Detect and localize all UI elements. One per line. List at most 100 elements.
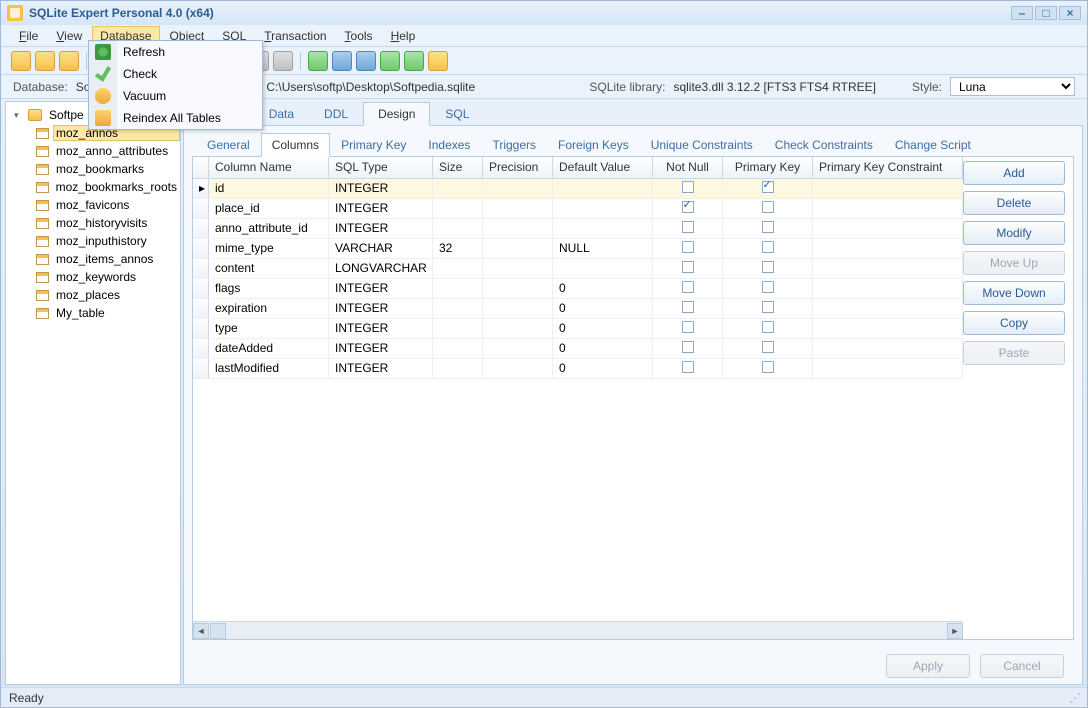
- moveup-button[interactable]: Move Up: [963, 251, 1065, 275]
- tb-import-icon[interactable]: [332, 51, 352, 71]
- cell-size[interactable]: [433, 339, 483, 358]
- tb-export-icon[interactable]: [308, 51, 328, 71]
- tb-close-icon[interactable]: [59, 51, 79, 71]
- cell-default[interactable]: 0: [553, 359, 653, 378]
- cell-notnull[interactable]: [653, 279, 723, 298]
- tree-table-item[interactable]: moz_bookmarks: [34, 160, 180, 178]
- cell-primarykey[interactable]: [723, 319, 813, 338]
- cell-sql-type[interactable]: INTEGER: [329, 339, 433, 358]
- cell-default[interactable]: [553, 179, 653, 198]
- cell-precision[interactable]: [483, 239, 553, 258]
- tree-table-item[interactable]: My_table: [34, 304, 180, 322]
- cell-precision[interactable]: [483, 199, 553, 218]
- checkbox-icon[interactable]: [762, 361, 774, 373]
- cell-column-name[interactable]: flags: [209, 279, 329, 298]
- cell-size[interactable]: [433, 299, 483, 318]
- cell-precision[interactable]: [483, 359, 553, 378]
- grid-row[interactable]: lastModifiedINTEGER0: [193, 359, 963, 379]
- cell-sql-type[interactable]: INTEGER: [329, 299, 433, 318]
- cell-column-name[interactable]: id: [209, 179, 329, 198]
- movedown-button[interactable]: Move Down: [963, 281, 1065, 305]
- sub-tab-check-constraints[interactable]: Check Constraints: [764, 133, 884, 156]
- grid-row[interactable]: anno_attribute_idINTEGER: [193, 219, 963, 239]
- cell-size[interactable]: [433, 319, 483, 338]
- checkbox-icon[interactable]: [682, 181, 694, 193]
- tree-table-item[interactable]: moz_inputhistory: [34, 232, 180, 250]
- sub-tab-unique-constraints[interactable]: Unique Constraints: [640, 133, 764, 156]
- menu-file[interactable]: File: [11, 26, 46, 46]
- cell-precision[interactable]: [483, 299, 553, 318]
- sidebar-tree[interactable]: ▾ Softpe moz_annosmoz_anno_attributesmoz…: [5, 101, 181, 685]
- cell-pk-constraint[interactable]: [813, 179, 963, 198]
- cell-notnull[interactable]: [653, 319, 723, 338]
- cell-sql-type[interactable]: LONGVARCHAR: [329, 259, 433, 278]
- cell-notnull[interactable]: [653, 179, 723, 198]
- cell-pk-constraint[interactable]: [813, 339, 963, 358]
- cell-primarykey[interactable]: [723, 359, 813, 378]
- tb-open-icon[interactable]: [11, 51, 31, 71]
- grid-row[interactable]: place_idINTEGER: [193, 199, 963, 219]
- add-button[interactable]: Add: [963, 161, 1065, 185]
- cell-pk-constraint[interactable]: [813, 199, 963, 218]
- tb-commit-icon[interactable]: [380, 51, 400, 71]
- cell-primarykey[interactable]: [723, 299, 813, 318]
- cell-default[interactable]: 0: [553, 279, 653, 298]
- cell-notnull[interactable]: [653, 219, 723, 238]
- cell-pk-constraint[interactable]: [813, 279, 963, 298]
- grid-header-default-value[interactable]: Default Value: [553, 157, 653, 178]
- cell-size[interactable]: 32: [433, 239, 483, 258]
- cell-precision[interactable]: [483, 319, 553, 338]
- close-button[interactable]: ×: [1059, 6, 1081, 20]
- modify-button[interactable]: Modify: [963, 221, 1065, 245]
- tb-newdb-icon[interactable]: [35, 51, 55, 71]
- cell-size[interactable]: [433, 199, 483, 218]
- sub-tab-foreign-keys[interactable]: Foreign Keys: [547, 133, 640, 156]
- sub-tab-columns[interactable]: Columns: [261, 133, 330, 157]
- checkbox-icon[interactable]: [762, 181, 774, 193]
- checkbox-icon[interactable]: [682, 261, 694, 273]
- cell-notnull[interactable]: [653, 339, 723, 358]
- cell-primarykey[interactable]: [723, 259, 813, 278]
- cell-primarykey[interactable]: [723, 239, 813, 258]
- cell-default[interactable]: [553, 259, 653, 278]
- cell-sql-type[interactable]: INTEGER: [329, 199, 433, 218]
- tree-table-item[interactable]: moz_keywords: [34, 268, 180, 286]
- cell-column-name[interactable]: dateAdded: [209, 339, 329, 358]
- checkbox-icon[interactable]: [762, 261, 774, 273]
- cell-default[interactable]: 0: [553, 319, 653, 338]
- hscroll-thumb[interactable]: [210, 623, 226, 639]
- checkbox-icon[interactable]: [682, 341, 694, 353]
- sub-tab-triggers[interactable]: Triggers: [481, 133, 547, 156]
- tree-table-item[interactable]: moz_historyvisits: [34, 214, 180, 232]
- paste-button[interactable]: Paste: [963, 341, 1065, 365]
- maximize-button[interactable]: □: [1035, 6, 1057, 20]
- cell-column-name[interactable]: type: [209, 319, 329, 338]
- cell-sql-type[interactable]: INTEGER: [329, 359, 433, 378]
- cell-column-name[interactable]: place_id: [209, 199, 329, 218]
- grid-header-primary-key-constraint[interactable]: Primary Key Constraint: [813, 157, 963, 178]
- cell-size[interactable]: [433, 359, 483, 378]
- copy-button[interactable]: Copy: [963, 311, 1065, 335]
- menu-view[interactable]: View: [48, 26, 90, 46]
- cell-primarykey[interactable]: [723, 219, 813, 238]
- top-tab-sql[interactable]: SQL: [430, 102, 484, 125]
- grid-row[interactable]: expirationINTEGER0: [193, 299, 963, 319]
- cell-primarykey[interactable]: [723, 279, 813, 298]
- cell-precision[interactable]: [483, 339, 553, 358]
- cell-pk-constraint[interactable]: [813, 219, 963, 238]
- cell-primarykey[interactable]: [723, 199, 813, 218]
- tb-redo-icon[interactable]: [273, 51, 293, 71]
- cell-pk-constraint[interactable]: [813, 239, 963, 258]
- grid-header-size[interactable]: Size: [433, 157, 483, 178]
- tree-table-item[interactable]: moz_places: [34, 286, 180, 304]
- menu-refresh[interactable]: Refresh: [89, 41, 262, 63]
- cell-default[interactable]: 0: [553, 299, 653, 318]
- tb-rollback-icon[interactable]: [404, 51, 424, 71]
- checkbox-icon[interactable]: [762, 301, 774, 313]
- menu-check[interactable]: Check: [89, 63, 262, 85]
- cell-size[interactable]: [433, 179, 483, 198]
- tree-toggle-icon[interactable]: ▾: [14, 110, 24, 121]
- cell-precision[interactable]: [483, 179, 553, 198]
- cell-size[interactable]: [433, 279, 483, 298]
- hscroll-left-icon[interactable]: ◄: [193, 623, 209, 639]
